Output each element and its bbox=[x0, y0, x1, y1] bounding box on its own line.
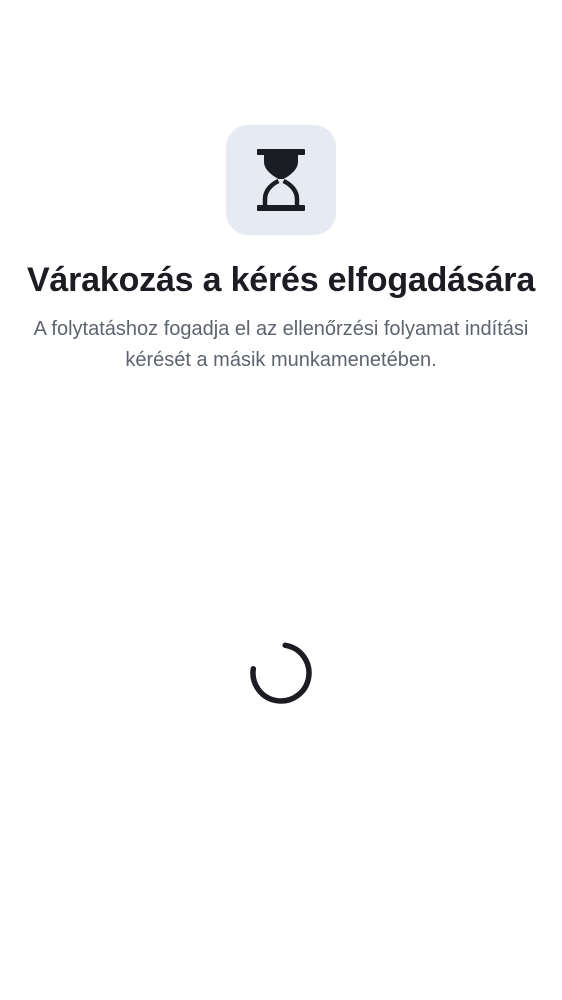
page-description: A folytatáshoz fogadja el az ellenőrzési… bbox=[33, 318, 529, 371]
page-title: Várakozás a kérés elfogadására bbox=[26, 261, 536, 299]
hourglass-icon bbox=[257, 149, 305, 211]
verification-waiting-screen: Várakozás a kérés elfogadására A folytat… bbox=[0, 0, 562, 1000]
hourglass-icon-tile bbox=[226, 125, 336, 235]
loading-spinner-icon bbox=[250, 642, 312, 704]
